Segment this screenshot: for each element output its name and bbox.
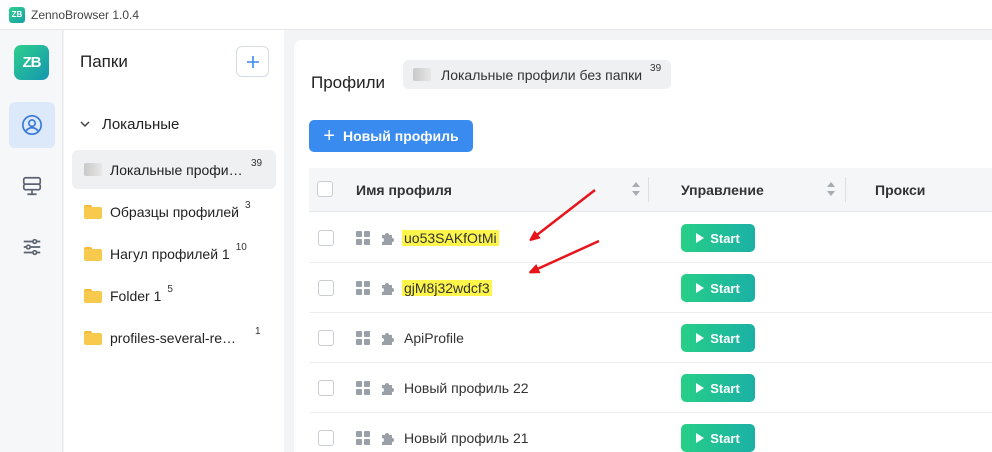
folders-panel: Папки Локальные Локальные профили без па… [64,30,284,452]
grid-icon[interactable] [356,231,370,245]
folder-name: Нагул профилей 1 [110,245,230,262]
local-group-label: Локальные [102,116,180,133]
window-title: ZennoBrowser 1.0.4 [31,7,140,22]
folder-item-local-no-folder[interactable]: Локальные профили без папки 39 [72,150,276,189]
folder-name: Folder 1 [110,287,162,304]
column-divider[interactable] [845,177,846,202]
folder-name: Образцы профилей [110,203,239,220]
folder-icon [84,246,102,261]
play-icon [696,333,705,343]
row-checkbox[interactable] [318,430,334,446]
folder-name: profiles-several-requests [110,329,243,346]
play-icon [696,283,705,293]
chip-label: Локальные профили без папки [441,66,643,83]
folder-count: 10 [235,242,247,253]
extension-icon[interactable] [380,330,396,346]
profile-name[interactable]: gjM8j32wdcf3 [402,280,492,296]
folder-icon [84,204,102,219]
grid-icon[interactable] [356,381,370,395]
table-header: Имя профиля Управление Прокси [309,168,992,212]
folders-title: Папки [80,52,128,71]
grid-icon[interactable] [356,281,370,295]
nav-rail: ZB [0,30,63,452]
grid-icon[interactable] [356,431,370,445]
start-label: Start [710,430,740,446]
start-button[interactable]: Start [681,424,755,452]
profile-name[interactable]: ApiProfile [404,330,464,346]
row-checkbox[interactable] [318,230,334,246]
extension-icon[interactable] [380,230,396,246]
play-icon [696,383,705,393]
extension-icon[interactable] [380,280,396,296]
folder-icon [84,288,102,303]
table-row[interactable]: gjM8j32wdcf3 Start [309,263,992,313]
main-area: Профили Локальные профили без папки 39 +… [284,30,992,452]
profile-icon [22,115,42,135]
page-title: Профили [311,73,386,92]
start-label: Start [710,380,740,396]
start-button[interactable]: Start [681,324,755,352]
profile-name[interactable]: uo53SAKfOtMi [402,230,499,246]
local-group-header[interactable]: Локальные [80,116,179,133]
folder-item-folder1[interactable]: Folder 1 5 [72,276,276,315]
new-profile-button[interactable]: + Новый профиль [309,120,473,152]
start-label: Start [710,330,740,346]
grid-icon[interactable] [356,331,370,345]
folder-icon [84,330,102,345]
table-row[interactable]: ApiProfile Start [309,313,992,363]
folder-item-several-requests[interactable]: profiles-several-requests 1 [72,318,276,357]
folder-count: 39 [251,158,263,169]
table-row[interactable]: uo53SAKfOtMi Start [309,213,992,263]
folder-count: 5 [167,284,173,295]
column-divider[interactable] [648,177,649,202]
column-header-name[interactable]: Имя профиля [356,182,452,198]
column-header-proxy[interactable]: Прокси [875,182,925,198]
column-header-control[interactable]: Управление [681,182,764,198]
folder-item-samples[interactable]: Образцы профилей 3 [72,192,276,231]
chip-count: 39 [650,63,662,74]
play-icon [696,433,705,443]
gray-folder-icon [84,163,102,176]
sort-icon[interactable] [631,180,641,198]
plus-icon: + [323,125,336,147]
row-checkbox[interactable] [318,380,334,396]
gray-folder-icon [413,68,431,81]
table-row[interactable]: Новый профиль 21 Start [309,413,992,452]
sort-icon[interactable] [826,180,836,198]
row-checkbox[interactable] [318,280,334,296]
sliders-icon [23,238,41,256]
nav-profiles-button[interactable] [9,102,55,148]
chevron-down-icon [80,121,90,128]
start-label: Start [710,230,740,246]
nav-settings-button[interactable] [9,224,55,270]
row-checkbox[interactable] [318,330,334,346]
extension-icon[interactable] [380,430,396,446]
folder-item-warmup[interactable]: Нагул профилей 1 10 [72,234,276,273]
plus-icon [246,55,259,68]
add-folder-button[interactable] [236,46,269,77]
current-folder-chip: Локальные профили без папки 39 [403,60,672,89]
folder-count: 3 [244,200,251,211]
nav-proxies-button[interactable] [9,163,55,209]
title-bar: ZB ZennoBrowser 1.0.4 [0,0,992,30]
start-button[interactable]: Start [681,274,755,302]
folder-name: Локальные профили без папки [110,161,245,178]
profiles-card: Профили Локальные профили без папки 39 +… [294,40,992,452]
table-row[interactable]: Новый профиль 22 Start [309,363,992,413]
play-icon [696,233,705,243]
app-logo: ZB [14,45,49,80]
profile-name[interactable]: Новый профиль 22 [404,380,529,396]
start-button[interactable]: Start [681,374,755,402]
new-profile-label: Новый профиль [343,128,459,144]
server-icon [22,176,42,196]
select-all-checkbox[interactable] [317,181,333,197]
start-button[interactable]: Start [681,224,755,252]
profile-name[interactable]: Новый профиль 21 [404,430,529,446]
app-small-logo: ZB [9,6,25,23]
start-label: Start [710,280,740,296]
extension-icon[interactable] [380,380,396,396]
folder-count: 1 [255,326,261,337]
